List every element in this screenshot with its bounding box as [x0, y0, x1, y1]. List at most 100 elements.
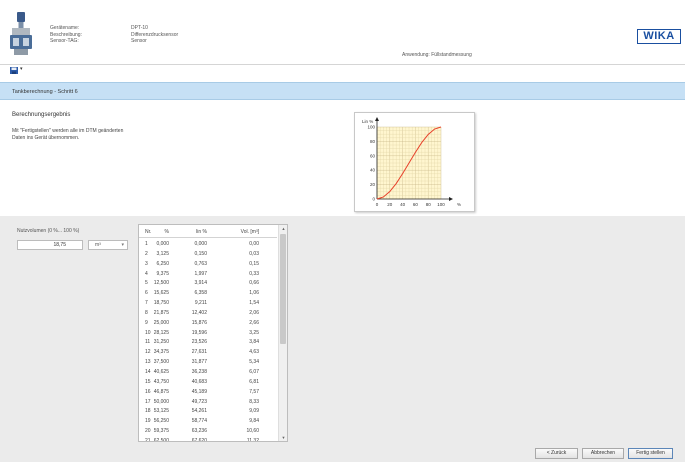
cell-percent: 21,875 — [153, 309, 169, 316]
cell-volume: 0,00 — [249, 241, 259, 247]
table-row[interactable]: 8 21,875 12,402 2,06 — [139, 309, 277, 319]
cell-nr: 16 — [145, 388, 151, 395]
y-tick-label: 60 — [370, 153, 376, 158]
app-header: Gerätename: Beschreibung: Sensor-TAG: DP… — [0, 8, 685, 65]
save-icon[interactable] — [10, 67, 18, 74]
table-row[interactable]: 18 53,125 54,261 9,09 — [139, 407, 277, 417]
section-title: Tankberechnung - Schritt 6 — [12, 89, 78, 95]
y-tick-label: 40 — [370, 168, 376, 173]
cell-percent: 50,000 — [153, 398, 169, 405]
y-axis-arrow — [375, 117, 379, 121]
table-row[interactable]: 4 9,375 1,997 0,33 — [139, 270, 277, 280]
cell-volume: 5,34 — [249, 359, 259, 366]
cell-lin-percent: 67,620 — [191, 437, 207, 442]
back-button[interactable]: < Zurück — [535, 448, 578, 459]
cell-lin-percent: 49,723 — [191, 398, 207, 405]
cancel-button[interactable]: Abbrechen — [582, 448, 624, 459]
table-row[interactable]: 11 31,250 23,526 3,84 — [139, 338, 277, 348]
header-labels: Gerätename: Beschreibung: Sensor-TAG: — [50, 25, 82, 45]
device-name-label: Gerätename: — [50, 25, 80, 31]
cell-nr: 1 — [145, 241, 148, 247]
save-dropdown-caret[interactable]: ▾ — [20, 66, 23, 72]
sensor-tag-value: Sensor — [131, 38, 147, 44]
table-row[interactable]: 19 56,250 58,774 9,84 — [139, 417, 277, 427]
cell-volume: 9,09 — [249, 408, 259, 415]
cell-percent: 9,375 — [156, 270, 169, 277]
cell-lin-percent: 58,774 — [191, 418, 207, 425]
wika-logo: WIKA — [637, 29, 681, 44]
result-panel: Berechnungsergebnis Mit "Fertigstellen" … — [0, 101, 685, 216]
cell-volume: 6,07 — [249, 368, 259, 375]
cell-percent: 43,750 — [153, 378, 169, 385]
cell-percent: 12,500 — [153, 280, 169, 287]
table-scrollbar[interactable]: ▲ ▼ — [278, 225, 287, 441]
cell-lin-percent: 63,236 — [191, 428, 207, 435]
cell-lin-percent: 0,763 — [194, 260, 207, 267]
x-tick-label: 80 — [426, 202, 432, 207]
cell-volume: 3,25 — [249, 329, 259, 336]
cell-nr: 9 — [145, 319, 148, 326]
cell-volume: 11,32 — [246, 437, 259, 442]
y-axis-label: Lin % — [362, 119, 373, 124]
volume-unit-select[interactable]: m³ ▾ — [88, 240, 128, 250]
scroll-down-icon[interactable]: ▼ — [280, 435, 287, 440]
table-row[interactable]: 6 15,625 6,358 1,06 — [139, 289, 277, 299]
cell-percent: 40,625 — [153, 368, 169, 375]
cell-percent: 31,250 — [153, 339, 169, 346]
table-row[interactable]: 10 28,125 19,596 3,25 — [139, 329, 277, 339]
cell-percent: 46,875 — [153, 388, 169, 395]
table-row[interactable]: 14 40,625 36,238 6,07 — [139, 368, 277, 378]
result-title: Berechnungsergebnis — [12, 112, 71, 118]
cell-nr: 10 — [145, 329, 151, 336]
table-row[interactable]: 3 6,250 0,763 0,15 — [139, 260, 277, 270]
scroll-up-icon[interactable]: ▲ — [280, 226, 287, 231]
cell-nr: 13 — [145, 359, 151, 366]
cell-nr: 8 — [145, 309, 148, 316]
table-row[interactable]: 20 59,375 63,236 10,60 — [139, 427, 277, 437]
scrollbar-thumb[interactable] — [280, 234, 286, 344]
column-header-nr: Nr. — [145, 229, 152, 235]
cell-lin-percent: 45,189 — [191, 388, 207, 395]
cell-nr: 7 — [145, 300, 148, 307]
table-header: Nr. % lin % Vol. [m³] — [139, 225, 277, 238]
table-body: 1 0,000 0,000 0,00 2 3,125 0,150 0,03 3 6,250 0,76… — [139, 240, 277, 442]
table-row[interactable]: 15 43,750 40,683 6,81 — [139, 378, 277, 388]
volume-input[interactable]: 18,75 — [17, 240, 83, 250]
table-row[interactable]: 9 25,000 15,876 2,66 — [139, 319, 277, 329]
table-row[interactable]: 16 46,875 45,189 7,57 — [139, 388, 277, 398]
section-bar: Tankberechnung - Schritt 6 — [0, 82, 685, 100]
cell-nr: 11 — [145, 339, 151, 346]
finish-button[interactable]: Fertig stellen — [628, 448, 673, 459]
cell-volume: 4,63 — [249, 349, 259, 356]
x-axis-label: % — [457, 202, 461, 207]
table-row[interactable]: 2 3,125 0,150 0,03 — [139, 250, 277, 260]
cell-volume: 3,84 — [249, 339, 259, 346]
table-row[interactable]: 12 34,375 27,631 4,63 — [139, 348, 277, 358]
cell-lin-percent: 15,876 — [191, 319, 207, 326]
table-row[interactable]: 7 18,750 9,211 1,54 — [139, 299, 277, 309]
cell-lin-percent: 40,683 — [191, 378, 207, 385]
cell-lin-percent: 1,997 — [194, 270, 207, 277]
cell-percent: 53,125 — [153, 408, 169, 415]
cell-percent: 3,125 — [156, 250, 169, 257]
volume-label: Nutzvolumen (0 %... 100 %) — [17, 228, 80, 234]
cell-volume: 6,81 — [249, 378, 259, 385]
table-row[interactable]: 5 12,500 3,914 0,66 — [139, 279, 277, 289]
y-tick-label: 100 — [367, 125, 375, 130]
table-row[interactable]: 21 62,500 67,620 11,32 — [139, 437, 277, 442]
table-row[interactable]: 13 37,500 31,877 5,34 — [139, 358, 277, 368]
cell-nr: 4 — [145, 270, 148, 277]
cell-nr: 21 — [145, 437, 151, 442]
result-description: Mit "Fertigstellen" werden alle im DTM g… — [12, 128, 172, 141]
cell-lin-percent: 23,526 — [191, 339, 207, 346]
table-row[interactable]: 1 0,000 0,000 0,00 — [139, 240, 277, 250]
cell-volume: 2,66 — [249, 319, 259, 326]
cell-percent: 25,000 — [153, 319, 169, 326]
pressure-sensor-device-icon — [10, 12, 32, 55]
cell-volume: 2,06 — [249, 309, 259, 316]
cell-volume: 8,33 — [249, 398, 259, 405]
sensor-tag-label: Sensor-TAG: — [50, 38, 79, 44]
table-row[interactable]: 17 50,000 49,723 8,33 — [139, 398, 277, 408]
y-tick-label: 20 — [370, 182, 376, 187]
linearization-chart-box: 0 20 40 60 80 100 0 20 40 60 80 100 Lin %% — [354, 112, 475, 212]
